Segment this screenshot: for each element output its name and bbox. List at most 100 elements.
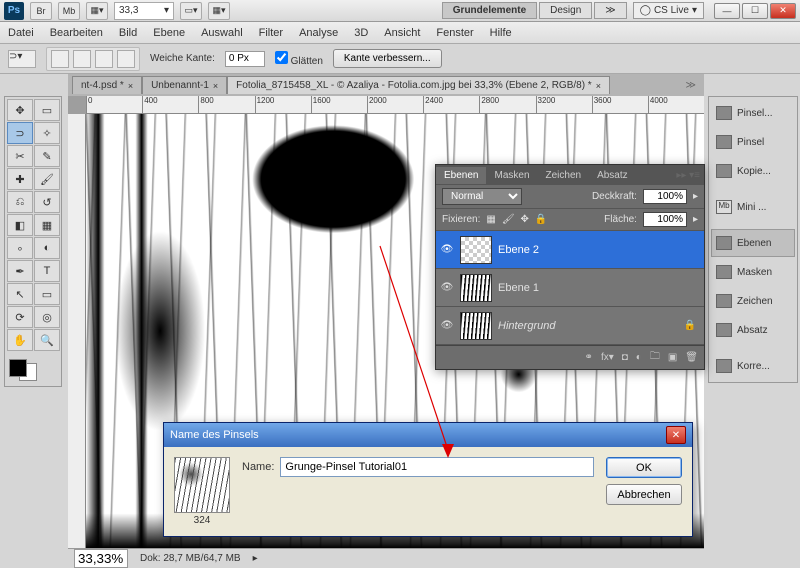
blend-mode-select[interactable]: Normal [442, 188, 522, 205]
3d-camera-tool[interactable]: ◎ [34, 306, 60, 328]
ok-button[interactable]: OK [606, 457, 682, 478]
type-tool[interactable]: T [34, 260, 60, 282]
dock-item-minibridge[interactable]: MbMini ... [711, 193, 795, 221]
dock-item-character[interactable]: Zeichen [711, 287, 795, 315]
workspace-more[interactable]: ≫ [594, 2, 626, 19]
menu-bearbeiten[interactable]: Bearbeiten [50, 27, 103, 39]
layer-row[interactable]: 👁 Ebene 2 [436, 231, 704, 269]
dialog-titlebar[interactable]: Name des Pinsels ✕ [164, 423, 692, 447]
dock-item-adjustments[interactable]: Korre... [711, 352, 795, 380]
menu-ebene[interactable]: Ebene [153, 27, 185, 39]
tab-overflow[interactable]: ≫ [682, 80, 700, 91]
stamp-tool[interactable]: ⎌ [7, 191, 33, 213]
workspace-tab-grundelemente[interactable]: Grundelemente [442, 2, 537, 19]
menu-fenster[interactable]: Fenster [436, 27, 473, 39]
selection-intersect-icon[interactable] [117, 50, 135, 68]
status-zoom-input[interactable] [74, 549, 128, 568]
delete-layer-icon[interactable]: 🗑 [685, 352, 698, 363]
layer-name[interactable]: Hintergrund [498, 320, 555, 332]
minibridge-button[interactable]: Mb [58, 2, 80, 20]
layer-name[interactable]: Ebene 2 [498, 244, 539, 256]
lock-transparent-icon[interactable]: ▦ [486, 214, 495, 225]
zoom-combo[interactable]: 33,3▾ [114, 2, 174, 20]
shape-tool[interactable]: ▭ [34, 283, 60, 305]
color-swatches[interactable] [7, 352, 60, 384]
bridge-button[interactable]: Br [30, 2, 52, 20]
pen-tool[interactable]: ✒ [7, 260, 33, 282]
lock-position-icon[interactable]: ✥ [521, 214, 529, 225]
group-icon[interactable]: 🗀 [650, 349, 660, 366]
layer-thumbnail[interactable] [460, 274, 492, 302]
selection-new-icon[interactable] [51, 50, 69, 68]
healing-tool[interactable]: ✚ [7, 168, 33, 190]
visibility-icon[interactable]: 👁 [440, 243, 454, 257]
menu-3d[interactable]: 3D [354, 27, 368, 39]
close-icon[interactable]: × [213, 81, 218, 91]
layer-row[interactable]: 👁Hintergrund🔒 [436, 307, 704, 345]
dock-item-brush-presets[interactable]: Pinsel... [711, 99, 795, 127]
dock-item-layers[interactable]: Ebenen [711, 229, 795, 257]
lasso-tool-preset-icon[interactable]: ⊃▾ [8, 50, 36, 68]
status-flyout-icon[interactable]: ▸ [253, 553, 258, 564]
close-icon[interactable]: × [128, 81, 133, 91]
workspace-tab-design[interactable]: Design [539, 2, 592, 19]
menu-filter[interactable]: Filter [259, 27, 283, 39]
menu-bild[interactable]: Bild [119, 27, 137, 39]
cslive-button[interactable]: CS Live ▾ [633, 2, 704, 19]
fill-input[interactable] [643, 212, 687, 227]
dock-item-masks[interactable]: Masken [711, 258, 795, 286]
refine-edge-button[interactable]: Kante verbessern... [333, 49, 442, 68]
selection-subtract-icon[interactable] [95, 50, 113, 68]
menu-analyse[interactable]: Analyse [299, 27, 338, 39]
arrange-button[interactable]: ▭▾ [180, 2, 202, 20]
document-tab[interactable]: nt-4.psd *× [72, 76, 142, 94]
path-tool[interactable]: ↖ [7, 283, 33, 305]
panel-tab-masken[interactable]: Masken [486, 167, 537, 184]
brush-name-input[interactable] [280, 457, 594, 477]
layer-thumbnail[interactable] [460, 312, 492, 340]
fx-icon[interactable]: fx▾ [601, 352, 614, 363]
document-tab[interactable]: Unbenannt-1× [142, 76, 227, 94]
eraser-tool[interactable]: ◧ [7, 214, 33, 236]
link-layers-icon[interactable]: ⚭ [585, 352, 593, 363]
blur-tool[interactable]: ∘ [7, 237, 33, 259]
marquee-tool[interactable]: ▭ [34, 99, 60, 121]
lock-pixels-icon[interactable]: 🖌 [502, 214, 515, 225]
menu-datei[interactable]: Datei [8, 27, 34, 39]
dock-item-brush[interactable]: Pinsel [711, 128, 795, 156]
feather-input[interactable] [225, 51, 265, 67]
move-tool[interactable]: ✥ [7, 99, 33, 121]
opacity-flyout-icon[interactable]: ▸ [693, 191, 698, 202]
panel-tab-ebenen[interactable]: Ebenen [436, 167, 486, 184]
visibility-icon[interactable]: 👁 [440, 281, 454, 295]
close-button[interactable]: ✕ [770, 3, 796, 19]
panel-tab-absatz[interactable]: Absatz [589, 167, 636, 184]
eyedropper-tool[interactable]: ✎ [34, 145, 60, 167]
lasso-tool[interactable]: ⊃ [7, 122, 33, 144]
extras-button[interactable]: ▦▾ [208, 2, 230, 20]
opacity-input[interactable] [643, 189, 687, 204]
dock-item-paragraph[interactable]: Absatz [711, 316, 795, 344]
foreground-swatch[interactable] [9, 359, 27, 377]
visibility-icon[interactable]: 👁 [440, 319, 454, 333]
dock-item-clone[interactable]: Kopie... [711, 157, 795, 185]
history-brush-tool[interactable]: ↺ [34, 191, 60, 213]
gradient-tool[interactable]: ▦ [34, 214, 60, 236]
maximize-button[interactable]: ☐ [742, 3, 768, 19]
new-layer-icon[interactable]: ▣ [668, 352, 677, 363]
minimize-button[interactable]: — [714, 3, 740, 19]
dodge-tool[interactable]: ◐ [34, 237, 60, 259]
antialias-checkbox[interactable]: Glätten [275, 51, 323, 67]
hand-tool[interactable]: ✋ [7, 329, 33, 351]
menu-auswahl[interactable]: Auswahl [201, 27, 243, 39]
panel-tab-zeichen[interactable]: Zeichen [538, 167, 590, 184]
3d-tool[interactable]: ⟳ [7, 306, 33, 328]
layer-name[interactable]: Ebene 1 [498, 282, 539, 294]
dialog-close-button[interactable]: ✕ [666, 426, 686, 444]
menu-ansicht[interactable]: Ansicht [384, 27, 420, 39]
layer-thumbnail[interactable] [460, 236, 492, 264]
close-icon[interactable]: × [596, 81, 601, 91]
menu-hilfe[interactable]: Hilfe [490, 27, 512, 39]
mask-icon[interactable]: ◘ [622, 352, 628, 363]
lock-all-icon[interactable]: 🔒 [535, 214, 547, 225]
